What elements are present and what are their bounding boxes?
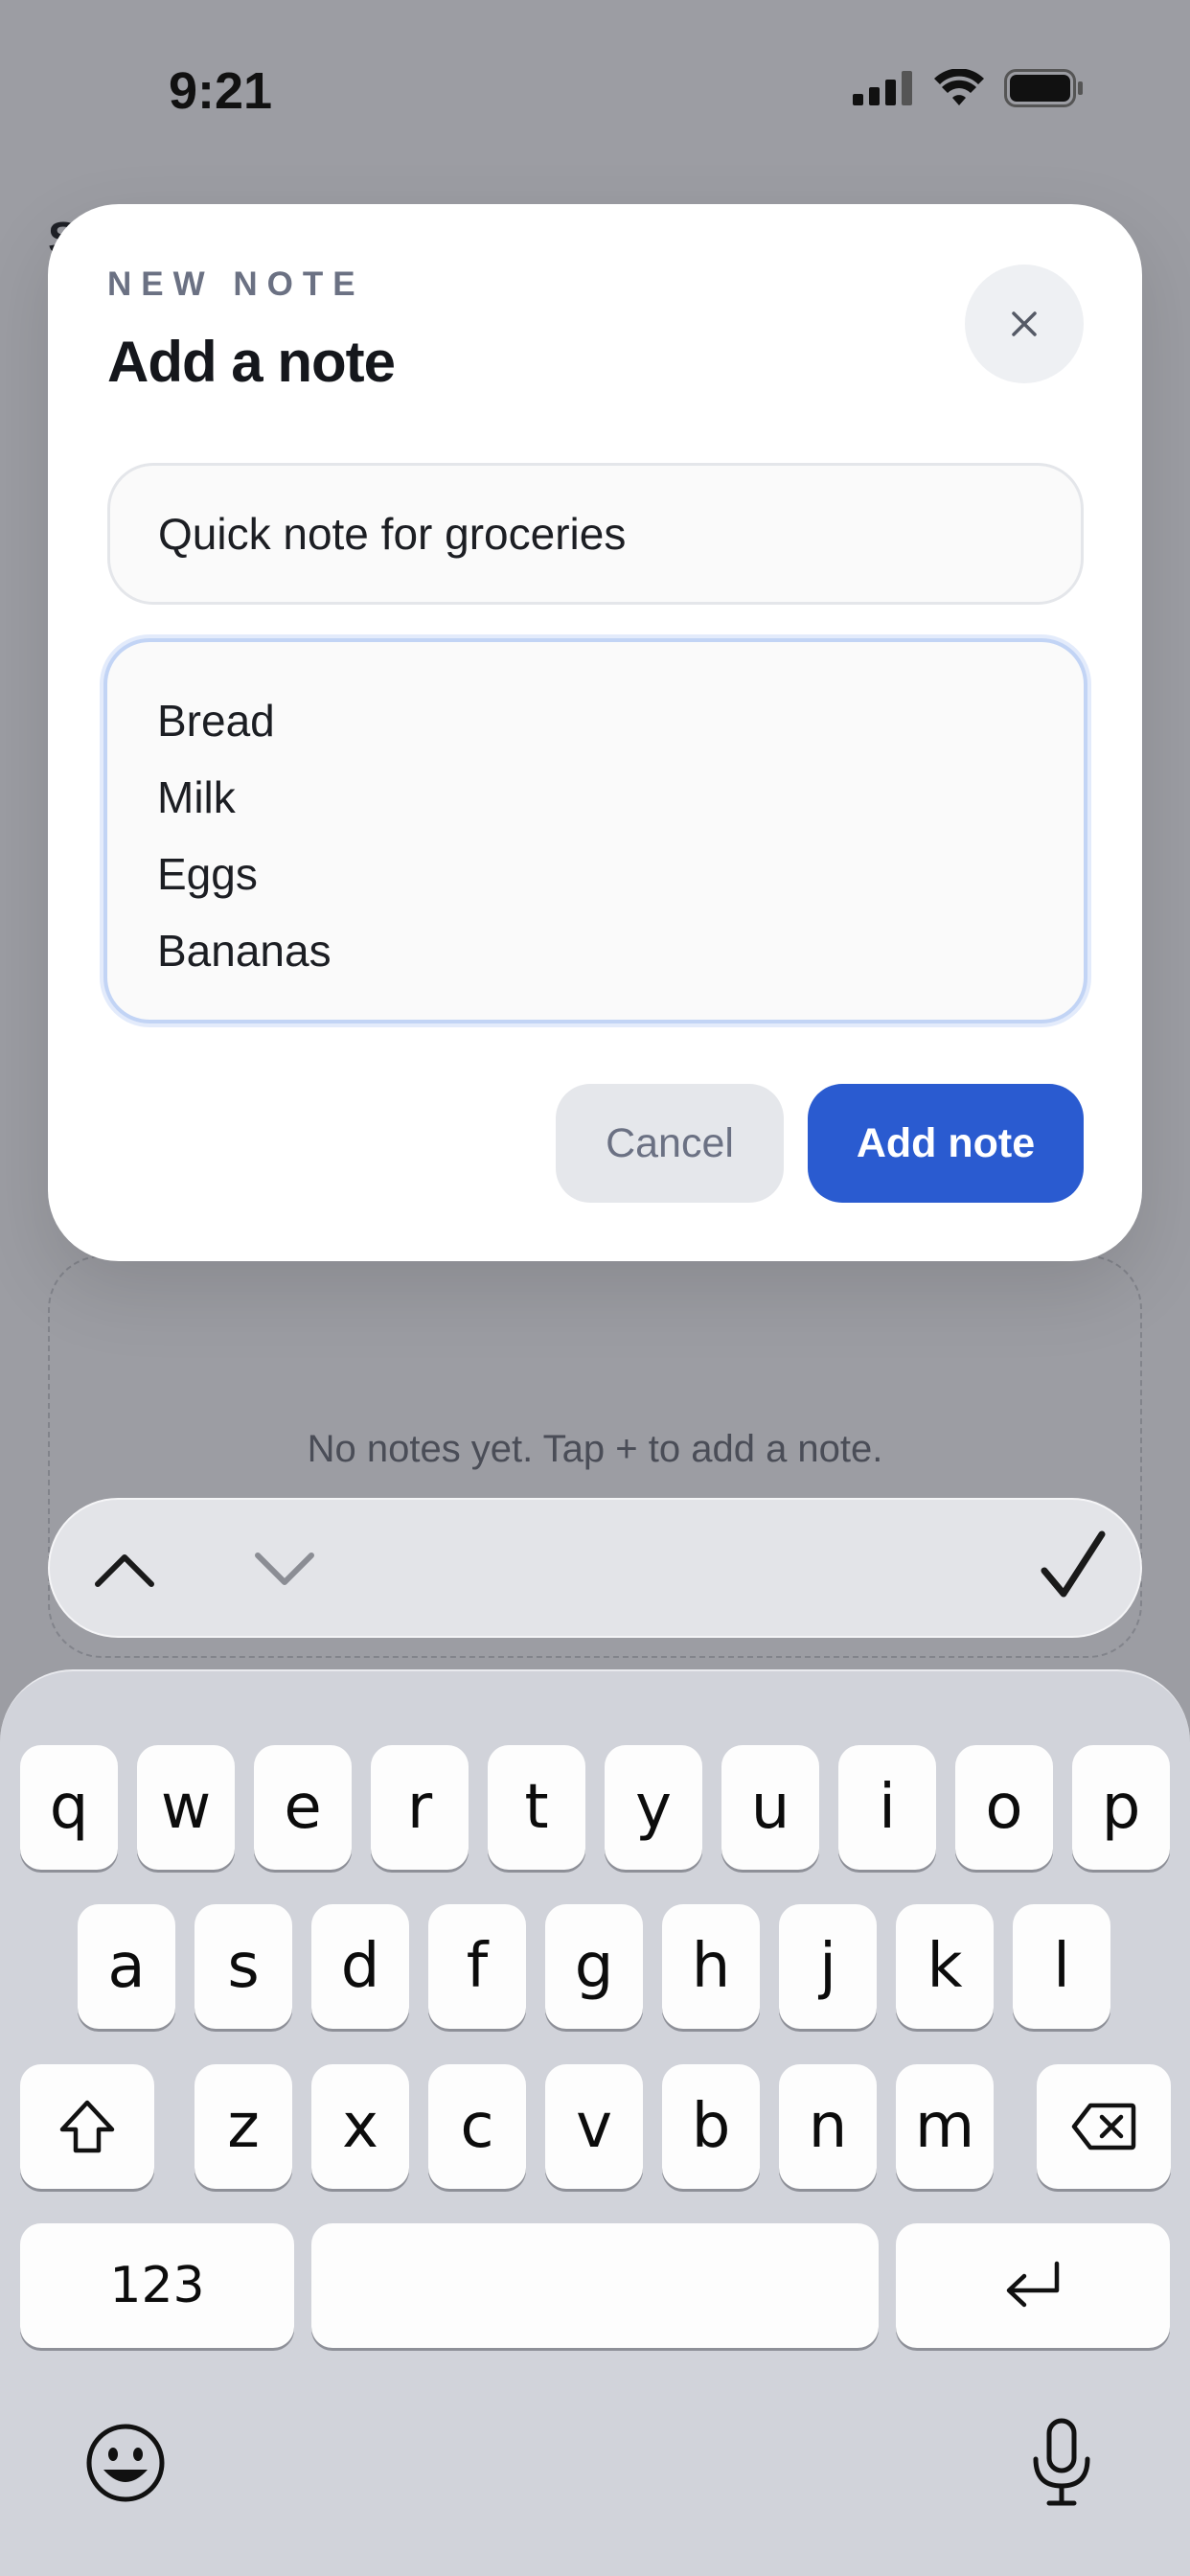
key-r[interactable]: r	[371, 1745, 469, 1870]
key-s[interactable]: s	[195, 1904, 292, 2029]
new-note-modal: NEW NOTE Add a note Quick note for groce…	[48, 204, 1142, 1261]
shift-icon	[59, 2100, 115, 2153]
key-j[interactable]: j	[779, 1904, 877, 2029]
key-o[interactable]: o	[955, 1745, 1053, 1870]
key-v[interactable]: v	[545, 2064, 643, 2189]
delete-icon	[1071, 2103, 1136, 2150]
close-icon	[1012, 311, 1037, 336]
key-q[interactable]: q	[20, 1745, 118, 1870]
return-icon	[1006, 2261, 1060, 2308]
key-b[interactable]: b	[662, 2064, 760, 2189]
battery-icon	[1004, 69, 1083, 107]
key-k[interactable]: k	[896, 1904, 994, 2029]
key-w[interactable]: w	[137, 1745, 235, 1870]
numbers-key[interactable]: 123	[20, 2223, 294, 2348]
return-key[interactable]	[896, 2223, 1170, 2348]
key-h[interactable]: h	[662, 1904, 760, 2029]
wifi-icon	[934, 69, 984, 105]
key-m[interactable]: m	[896, 2064, 994, 2189]
key-c[interactable]: c	[428, 2064, 526, 2189]
add-note-button[interactable]: Add note	[808, 1084, 1084, 1203]
key-f[interactable]: f	[428, 1904, 526, 2029]
key-g[interactable]: g	[545, 1904, 643, 2029]
key-n[interactable]: n	[779, 2064, 877, 2189]
note-body-textarea[interactable]: Bread Milk Eggs Bananas	[103, 638, 1087, 1024]
key-u[interactable]: u	[721, 1745, 819, 1870]
checkmark-icon[interactable]	[1037, 1527, 1110, 1607]
emoji-icon[interactable]	[84, 2422, 167, 2504]
key-p[interactable]: p	[1072, 1745, 1170, 1870]
empty-state-text: No notes yet. Tap + to add a note.	[307, 1428, 883, 1470]
key-z[interactable]: z	[195, 2064, 292, 2189]
signal-icon	[853, 71, 912, 105]
cancel-button[interactable]: Cancel	[556, 1084, 784, 1203]
note-title-input[interactable]: Quick note for groceries	[107, 463, 1084, 605]
status-time: 9:21	[169, 62, 273, 120]
modal-title: Add a note	[107, 330, 396, 394]
key-a[interactable]: a	[78, 1904, 175, 2029]
key-i[interactable]: i	[838, 1745, 936, 1870]
key-l[interactable]: l	[1013, 1904, 1110, 2029]
close-button[interactable]	[965, 264, 1084, 383]
modal-eyebrow: NEW NOTE	[107, 265, 365, 303]
key-x[interactable]: x	[311, 2064, 409, 2189]
keyboard: q w e r t y u i o p a s d f g h j k l z …	[0, 1669, 1190, 2576]
delete-key[interactable]	[1037, 2064, 1171, 2189]
shift-key[interactable]	[20, 2064, 154, 2189]
key-e[interactable]: e	[254, 1745, 352, 1870]
keyboard-accessory-bar	[48, 1498, 1142, 1638]
status-icons	[853, 69, 1085, 107]
key-t[interactable]: t	[488, 1745, 585, 1870]
key-y[interactable]: y	[605, 1745, 702, 1870]
chevron-up-icon[interactable]	[88, 1534, 161, 1601]
chevron-down-icon[interactable]	[248, 1534, 321, 1601]
microphone-icon[interactable]	[1028, 2417, 1095, 2509]
space-key[interactable]	[311, 2223, 879, 2348]
key-d[interactable]: d	[311, 1904, 409, 2029]
